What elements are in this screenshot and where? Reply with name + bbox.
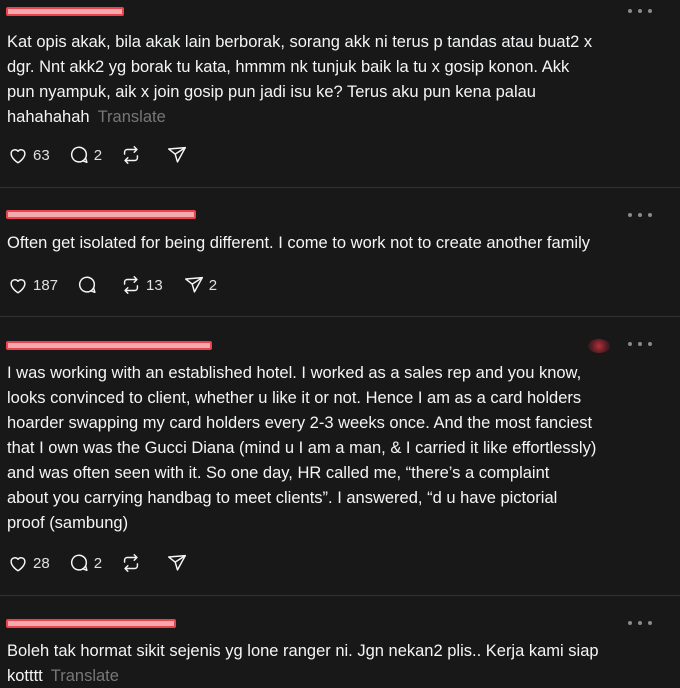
share-button[interactable]: 2 — [183, 274, 217, 296]
heart-icon — [10, 557, 26, 572]
comment-icon — [70, 554, 88, 572]
send-icon — [168, 554, 187, 571]
post-actions: 187 13 2 — [7, 274, 217, 296]
reply-count: 2 — [93, 146, 103, 164]
redacted-username — [6, 341, 212, 350]
more-options-button[interactable] — [628, 339, 652, 349]
post-text: Boleh tak hormat sikit sejenis yg lone r… — [7, 639, 667, 688]
post-text: Kat opis akak, bila akak lain berborak, … — [7, 30, 667, 130]
like-button[interactable]: 63 — [7, 144, 50, 166]
reply-count: 2 — [93, 554, 103, 572]
repost-button[interactable] — [120, 552, 146, 574]
heart-icon — [10, 279, 26, 294]
post-divider — [0, 187, 680, 188]
post-text: Often get isolated for being different. … — [7, 231, 667, 256]
share-button[interactable] — [166, 552, 192, 574]
more-options-button[interactable] — [628, 6, 652, 16]
repost-button[interactable] — [120, 144, 146, 166]
repost-count: 13 — [146, 276, 163, 294]
like-count: 63 — [33, 146, 50, 164]
redacted-username — [6, 210, 196, 219]
post-body: Often get isolated for being different. … — [7, 234, 591, 252]
comment-icon — [79, 276, 96, 294]
translate-link[interactable]: Translate — [51, 667, 119, 685]
redacted-username — [6, 7, 124, 16]
share-count: 2 — [208, 276, 218, 294]
share-button[interactable] — [166, 144, 192, 166]
post-actions: 28 2 — [7, 552, 192, 574]
post-body: Kat opis akak, bila akak lain berborak, … — [7, 33, 593, 126]
post-actions: 63 2 — [7, 144, 192, 166]
repost-icon — [123, 554, 139, 572]
avatar — [588, 339, 610, 353]
send-icon — [168, 146, 187, 163]
comment-icon — [70, 146, 88, 164]
post-body: I was working with an established hotel.… — [7, 364, 597, 532]
repost-button[interactable]: 13 — [120, 274, 163, 296]
repost-icon — [123, 146, 139, 164]
repost-icon — [123, 276, 139, 294]
like-button[interactable]: 187 — [7, 274, 58, 296]
send-icon — [184, 276, 203, 293]
reply-button[interactable] — [76, 274, 102, 296]
reply-button[interactable]: 2 — [68, 144, 102, 166]
post-divider — [0, 316, 680, 317]
like-count: 28 — [33, 554, 50, 572]
reply-button[interactable]: 2 — [68, 552, 102, 574]
like-count: 187 — [33, 276, 59, 294]
post-divider — [0, 595, 680, 596]
translate-link[interactable]: Translate — [98, 108, 166, 126]
post-text: I was working with an established hotel.… — [7, 361, 667, 536]
more-options-button[interactable] — [628, 210, 652, 220]
redacted-username — [6, 619, 176, 628]
threads-feed: Kat opis akak, bila akak lain berborak, … — [0, 0, 680, 688]
more-options-button[interactable] — [628, 618, 652, 628]
heart-icon — [10, 149, 26, 164]
like-button[interactable]: 28 — [7, 552, 50, 574]
